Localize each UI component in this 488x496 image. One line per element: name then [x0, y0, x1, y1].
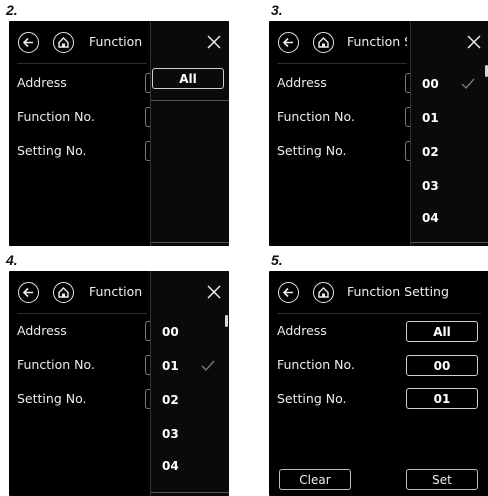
page-title: Function Setting — [347, 284, 449, 299]
address-label: Address — [17, 75, 67, 90]
back-arrow-icon — [282, 287, 293, 298]
option-03[interactable]: 03 — [162, 427, 179, 441]
home-button[interactable] — [313, 282, 334, 303]
screen-step-2: Function S Address Function No. Setting … — [9, 21, 229, 246]
function-dropdown-panel: 00 01 02 03 04 — [410, 21, 488, 246]
close-icon[interactable] — [204, 282, 224, 302]
close-icon[interactable] — [464, 32, 484, 52]
back-arrow-icon — [22, 37, 33, 48]
address-label: Address — [277, 75, 327, 90]
option-03[interactable]: 03 — [422, 179, 439, 193]
clear-button[interactable]: Clear — [279, 469, 351, 490]
back-arrow-icon — [282, 37, 293, 48]
step-label-3: 3. — [271, 2, 283, 18]
option-00[interactable]: 00 — [422, 77, 439, 91]
screen-step-4: Function S Address Function No. Setting … — [9, 271, 229, 496]
header-divider — [17, 313, 147, 314]
header-divider — [277, 63, 407, 64]
home-icon — [58, 287, 69, 298]
panel-divider — [151, 100, 229, 101]
option-04[interactable]: 04 — [422, 211, 439, 225]
setting-no-value[interactable]: 01 — [406, 388, 478, 409]
back-button[interactable] — [18, 282, 39, 303]
panel-bottom-divider — [151, 242, 229, 243]
home-icon — [318, 287, 329, 298]
function-no-label: Function No. — [277, 357, 355, 372]
function-no-value[interactable]: 00 — [406, 355, 478, 376]
setting-no-label: Setting No. — [277, 143, 347, 158]
function-no-label: Function No. — [277, 109, 355, 124]
step-label-4: 4. — [6, 252, 18, 268]
check-icon — [461, 78, 475, 90]
back-arrow-icon — [22, 287, 33, 298]
setting-no-label: Setting No. — [277, 391, 347, 406]
close-icon[interactable] — [204, 32, 224, 52]
home-icon — [318, 37, 329, 48]
back-button[interactable] — [278, 282, 299, 303]
setting-no-label: Setting No. — [17, 143, 87, 158]
option-01[interactable]: 01 — [422, 111, 439, 125]
option-01[interactable]: 01 — [162, 359, 179, 373]
address-label: Address — [277, 323, 327, 338]
option-04[interactable]: 04 — [162, 459, 179, 473]
address-dropdown-panel: All — [150, 21, 229, 246]
check-icon — [201, 360, 215, 372]
back-button[interactable] — [278, 32, 299, 53]
panel-bottom-divider — [411, 242, 488, 243]
setting-no-label: Setting No. — [17, 391, 87, 406]
address-value[interactable]: All — [406, 321, 478, 342]
option-02[interactable]: 02 — [162, 393, 179, 407]
page-title: Function S — [89, 34, 147, 49]
home-icon — [58, 37, 69, 48]
home-button[interactable] — [53, 32, 74, 53]
header-divider — [17, 63, 147, 64]
page-title: Function S — [347, 34, 407, 49]
function-no-label: Function No. — [17, 357, 95, 372]
scrollbar[interactable] — [225, 315, 228, 327]
step-label-2: 2. — [6, 2, 18, 18]
step-label-5: 5. — [271, 252, 283, 268]
setting-dropdown-panel: 00 01 02 03 04 — [150, 271, 229, 496]
option-02[interactable]: 02 — [422, 145, 439, 159]
address-label: Address — [17, 323, 67, 338]
home-button[interactable] — [313, 32, 334, 53]
function-no-label: Function No. — [17, 109, 95, 124]
screen-step-3: Function S Address Function No. Setting … — [269, 21, 488, 246]
header-divider — [277, 313, 481, 314]
panel-bottom-divider — [151, 492, 229, 493]
set-button[interactable]: Set — [406, 469, 478, 490]
option-all[interactable]: All — [152, 68, 224, 89]
home-button[interactable] — [53, 282, 74, 303]
page-title: Function S — [89, 284, 147, 299]
screen-step-5: Function Setting Address Function No. Se… — [269, 271, 488, 496]
back-button[interactable] — [18, 32, 39, 53]
option-00[interactable]: 00 — [162, 325, 179, 339]
